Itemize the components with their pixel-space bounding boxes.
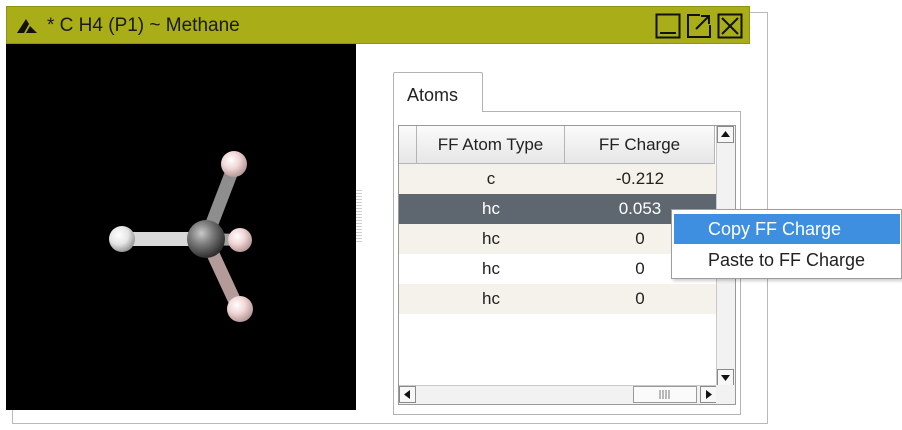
arrow-up-icon bbox=[721, 131, 730, 137]
context-menu: Copy FF Charge Paste to FF Charge bbox=[671, 209, 902, 279]
cell-ff-charge[interactable]: -0.212 bbox=[565, 164, 715, 194]
arrow-right-icon bbox=[706, 390, 712, 399]
minimize-button[interactable] bbox=[655, 13, 681, 39]
methane-molecule-render bbox=[109, 151, 253, 322]
menu-item-label: Paste to FF Charge bbox=[708, 250, 866, 270]
cell-ff-atom-type[interactable]: hc bbox=[417, 224, 565, 254]
window-title: * C H4 (P1) ~ Methane bbox=[47, 15, 240, 36]
arrow-down-icon bbox=[721, 375, 730, 381]
tab-atoms-label: Atoms bbox=[407, 85, 459, 105]
close-icon bbox=[717, 13, 743, 39]
column-header-ff-atom-type[interactable]: FF Atom Type bbox=[417, 126, 565, 164]
grip-icon bbox=[659, 390, 670, 399]
column-header-label: FF Charge bbox=[598, 135, 681, 154]
molecule-viewport[interactable] bbox=[6, 44, 356, 410]
menu-item-label: Copy FF Charge bbox=[708, 219, 842, 239]
menu-item-copy-ff-charge[interactable]: Copy FF Charge bbox=[674, 214, 900, 244]
window-titlebar[interactable]: * C H4 (P1) ~ Methane bbox=[6, 6, 750, 44]
scroll-up-button[interactable] bbox=[717, 126, 734, 143]
table-row[interactable]: hc 0 bbox=[399, 224, 717, 254]
scroll-right-button[interactable] bbox=[700, 386, 717, 403]
popout-button[interactable] bbox=[686, 13, 712, 39]
table-row[interactable]: hc 0 bbox=[399, 284, 717, 314]
scrollbar-corner bbox=[716, 385, 735, 404]
cell-ff-atom-type[interactable]: hc bbox=[417, 254, 565, 284]
table-row-selected[interactable]: hc 0.053 bbox=[399, 194, 717, 224]
table-row[interactable]: c -0.212 bbox=[399, 164, 717, 194]
column-header-ff-charge[interactable]: FF Charge bbox=[565, 126, 715, 164]
menu-item-paste-to-ff-charge[interactable]: Paste to FF Charge bbox=[674, 245, 900, 275]
horizontal-scrollbar[interactable] bbox=[399, 385, 717, 404]
close-button[interactable] bbox=[717, 13, 743, 39]
panel-splitter-handle[interactable] bbox=[356, 190, 362, 244]
cell-ff-charge[interactable]: 0 bbox=[565, 284, 715, 314]
cell-ff-atom-type[interactable]: hc bbox=[417, 284, 565, 314]
scroll-down-button[interactable] bbox=[717, 369, 734, 386]
cell-ff-atom-type[interactable]: hc bbox=[417, 194, 565, 224]
app-logo-icon bbox=[15, 16, 39, 36]
scroll-left-button[interactable] bbox=[399, 386, 416, 403]
cell-ff-atom-type[interactable]: c bbox=[417, 164, 565, 194]
tab-atoms[interactable]: Atoms bbox=[393, 72, 483, 112]
table-row[interactable]: hc 0 bbox=[399, 254, 717, 284]
grid-header-spacer bbox=[399, 126, 417, 164]
arrow-left-icon bbox=[404, 390, 410, 399]
popout-icon bbox=[687, 14, 711, 38]
minimize-icon bbox=[655, 13, 681, 39]
scroll-thumb[interactable] bbox=[633, 386, 697, 403]
column-header-label: FF Atom Type bbox=[437, 135, 544, 154]
